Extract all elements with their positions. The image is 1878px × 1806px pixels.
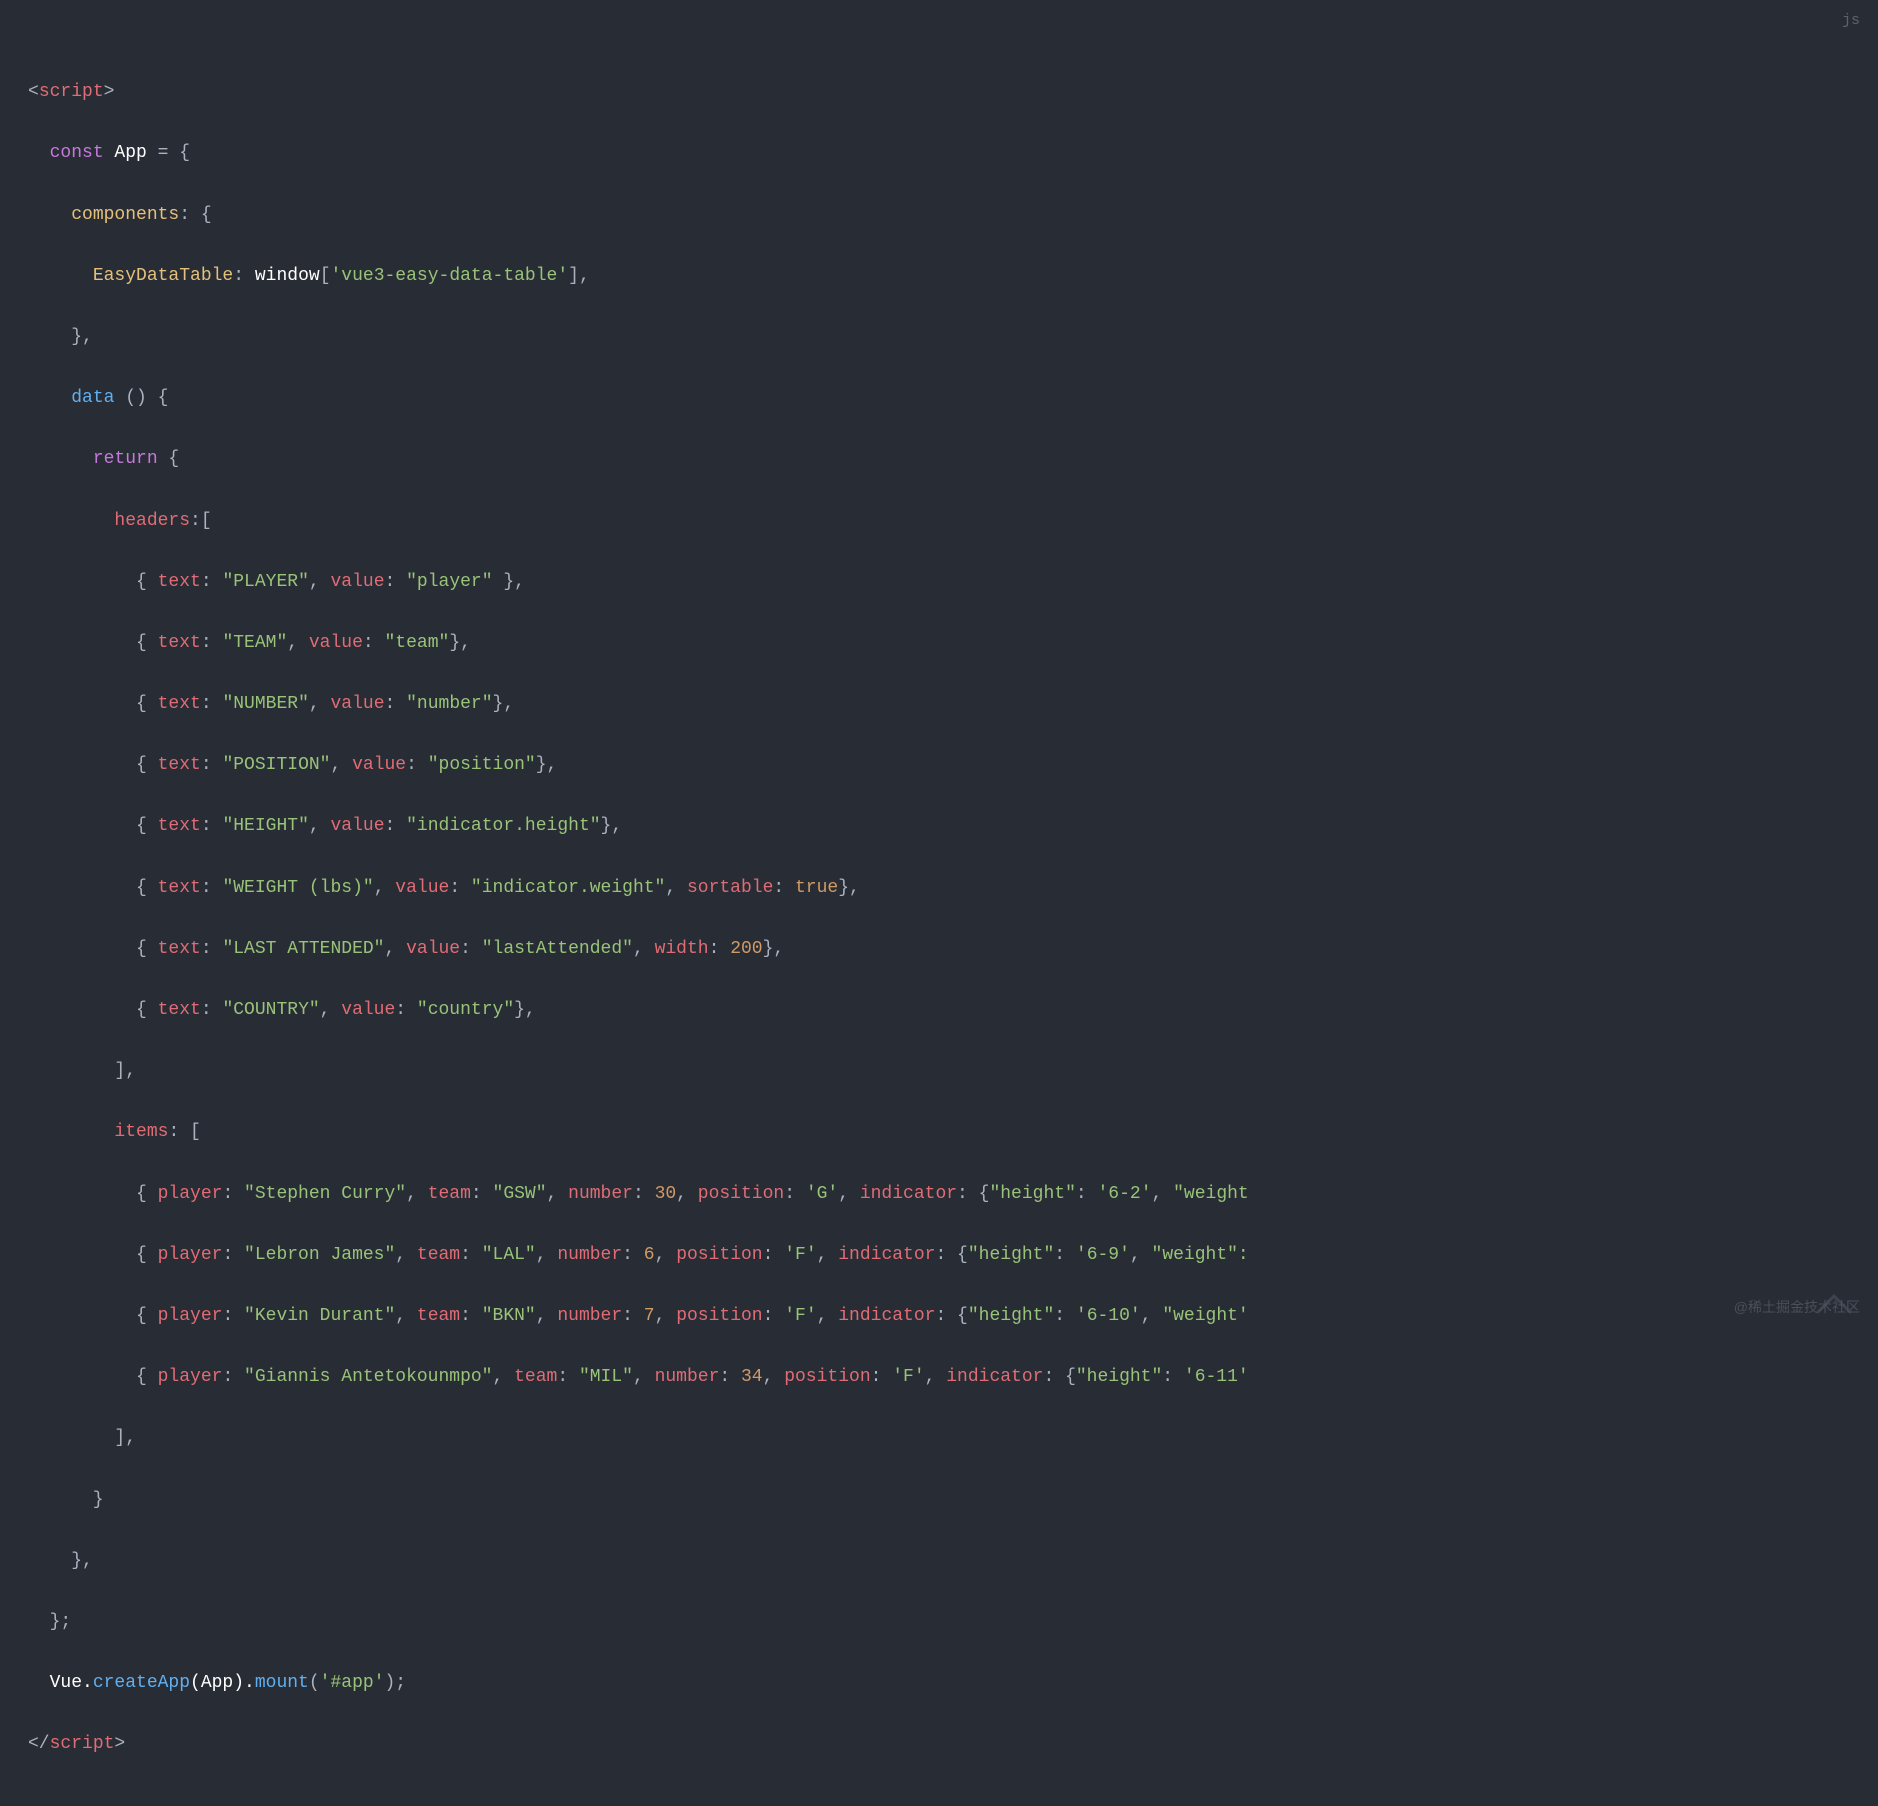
code-line: const App = { [28,138,1850,169]
code-line: { text: "TEAM", value: "team"}, [28,628,1850,659]
code-line: { text: "LAST ATTENDED", value: "lastAtt… [28,934,1850,965]
code-line: { text: "NUMBER", value: "number"}, [28,689,1850,720]
code-line: data () { [28,383,1850,414]
code-line: Vue.createApp(App).mount('#app'); [28,1668,1850,1699]
code-block: js <script> const App = { components: { … [0,0,1878,1806]
code-line: { player: "Kevin Durant", team: "BKN", n… [28,1301,1850,1332]
code-line: { text: "WEIGHT (lbs)", value: "indicato… [28,873,1850,904]
code-line: </script> [28,1729,1850,1760]
code-line: }; [28,1607,1850,1638]
code-line: components: { [28,200,1850,231]
code-line: { text: "HEIGHT", value: "indicator.heig… [28,811,1850,842]
code-line: { text: "POSITION", value: "position"}, [28,750,1850,781]
language-label: js [1842,8,1860,34]
code-line: { player: "Lebron James", team: "LAL", n… [28,1240,1850,1271]
code-line: ], [28,1056,1850,1087]
code-line: return { [28,444,1850,475]
code-line: ], [28,1423,1850,1454]
code-line: headers:[ [28,506,1850,537]
code-line: items: [ [28,1117,1850,1148]
code-line: { text: "COUNTRY", value: "country"}, [28,995,1850,1026]
code-line: }, [28,322,1850,353]
code-line: } [28,1485,1850,1516]
code-line: { player: "Giannis Antetokounmpo", team:… [28,1362,1850,1393]
code-line: EasyDataTable: window['vue3-easy-data-ta… [28,261,1850,292]
code-line: <script> [28,77,1850,108]
watermark-text: @稀土掘金技术社区 [1734,1296,1860,1320]
code-line: }, [28,1546,1850,1577]
code-line: { text: "PLAYER", value: "player" }, [28,567,1850,598]
code-line: { player: "Stephen Curry", team: "GSW", … [28,1179,1850,1210]
